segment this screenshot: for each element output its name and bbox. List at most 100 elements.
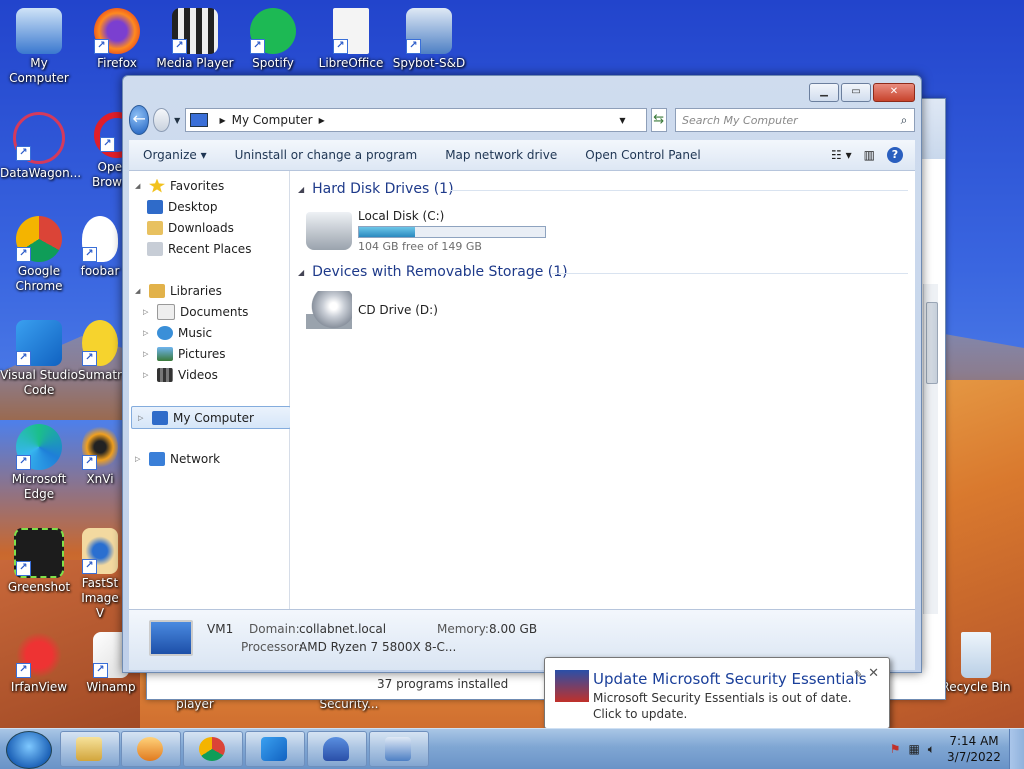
nav-desktop[interactable]: Desktop [143, 196, 301, 217]
breadcrumb-chevron-icon[interactable]: ▶ [319, 116, 325, 125]
desktop-icon-my-computer[interactable]: My Computer [0, 8, 78, 86]
desktop-icon-chrome[interactable]: ↗ Google Chrome [0, 216, 78, 294]
nav-documents[interactable]: ▷ Documents [137, 301, 295, 322]
maximize-button[interactable]: ▭ [841, 83, 871, 102]
options-icon[interactable]: ✎ [854, 668, 863, 681]
taskbar-media-player[interactable] [121, 731, 181, 767]
search-icon[interactable]: ⌕ [894, 113, 914, 128]
nav-recent-places[interactable]: Recent Places [143, 238, 301, 259]
show-desktop-button[interactable] [1009, 729, 1024, 769]
desktop-icon-faststone[interactable]: ↗ FastSt Image V [78, 528, 122, 621]
desktop-icon-greenshot[interactable]: ↗ Greenshot [0, 528, 78, 595]
search-box[interactable]: Search My Computer ⌕ [674, 108, 915, 132]
search-input[interactable]: Search My Computer [676, 114, 894, 127]
group-header-removable-storage[interactable]: ◢ Devices with Removable Storage (1) [298, 264, 568, 280]
content-pane: ◢ Hard Disk Drives (1) Local Disk (C:) 10… [290, 171, 915, 609]
security-alert-icon[interactable]: ⚑ [890, 742, 901, 756]
security-essentials-notification[interactable]: Update Microsoft Security Essentials Mic… [544, 657, 890, 729]
desktop-icon-vscode[interactable]: ↗ Visual Studio Code [0, 320, 78, 398]
minimize-button[interactable]: ▁ [809, 83, 839, 102]
taskbar-remote[interactable] [369, 731, 429, 767]
clock[interactable]: 7:14 AM 3/7/2022 [939, 733, 1009, 765]
pictures-icon [157, 346, 173, 361]
drive-local-disk-c[interactable]: Local Disk (C:) 104 GB free of 149 GB [306, 209, 546, 253]
group-header-hard-disk-drives[interactable]: ◢ Hard Disk Drives (1) [298, 181, 454, 197]
breadcrumb-chevron-icon[interactable]: ▶ [220, 116, 226, 125]
shortcut-arrow-icon: ↗ [16, 663, 31, 678]
nav-pictures[interactable]: ▷ Pictures [137, 343, 295, 364]
network-icon [149, 451, 165, 466]
start-button[interactable] [6, 731, 52, 769]
drive-cd-d[interactable]: CD Drive (D:) [306, 291, 438, 329]
address-dropdown-icon[interactable]: ▼ [619, 116, 625, 125]
expand-arrow-icon[interactable]: ▷ [138, 414, 148, 422]
desktop-icon-sumatra[interactable]: ↗ Sumatr [78, 320, 122, 383]
nav-favorites[interactable]: ◢ Favorites [129, 175, 287, 196]
map-network-drive-button[interactable]: Map network drive [431, 148, 571, 162]
spybot-icon: ↗ [406, 8, 452, 54]
volume-icon[interactable]: 🔈︎ [928, 742, 935, 757]
nav-libraries[interactable]: ◢ Libraries [129, 280, 287, 301]
greenshot-icon: ↗ [14, 528, 64, 578]
nav-music[interactable]: ▷ Music [137, 322, 295, 343]
close-notification-icon[interactable]: ✕ [868, 666, 879, 681]
scrollbar-thumb[interactable] [926, 302, 938, 384]
firefox-icon: ↗ [94, 8, 140, 54]
expand-arrow-icon[interactable]: ▷ [143, 308, 153, 316]
breadcrumb-my-computer[interactable]: My Computer [232, 113, 313, 127]
uninstall-program-button[interactable]: Uninstall or change a program [221, 148, 432, 162]
desktop-icon-recycle-bin[interactable]: Recycle Bin [936, 632, 1016, 695]
desktop-icon-spotify[interactable]: ↗ Spotify [234, 8, 312, 71]
cd-drive-icon [306, 291, 352, 329]
expand-arrow-icon[interactable]: ▷ [135, 455, 145, 463]
desktop-icon-edge[interactable]: ↗ Microsoft Edge [0, 424, 78, 502]
collapse-arrow-icon[interactable]: ◢ [298, 268, 304, 277]
recent-pages-dropdown[interactable]: ▼ [174, 116, 181, 125]
taskbar-chrome[interactable] [183, 731, 243, 767]
preview-pane-icon[interactable]: ▥ [864, 148, 875, 162]
expand-arrow-icon[interactable]: ▷ [143, 350, 153, 358]
computer-icon [149, 620, 193, 656]
address-bar[interactable]: ▶ My Computer ▶ ▼ [184, 108, 647, 132]
folder-icon [76, 737, 102, 761]
help-icon[interactable]: ? [887, 147, 903, 163]
notification-title[interactable]: Update Microsoft Security Essentials [593, 670, 867, 688]
change-view-icon[interactable]: ☷ ▾ [831, 148, 852, 162]
background-window-status: 37 programs installed [377, 677, 509, 691]
nav-network[interactable]: ▷ Network [129, 448, 287, 469]
network-icon[interactable]: ▦ [908, 742, 919, 756]
back-button[interactable]: ← [129, 105, 150, 135]
organize-button[interactable]: Organize ▾ [129, 148, 221, 162]
desktop-icon-firefox[interactable]: ↗ Firefox [78, 8, 156, 71]
taskbar-explorer[interactable] [60, 731, 120, 767]
domain-label: Domain: [249, 622, 300, 636]
notification-body[interactable]: Microsoft Security Essentials is out of … [593, 690, 873, 722]
desktop-icon-spybot[interactable]: ↗ Spybot-S&D [390, 8, 468, 71]
desktop-icon-foobar[interactable]: ↗ foobar [78, 216, 122, 279]
nav-videos[interactable]: ▷ Videos [137, 364, 295, 385]
opera-icon: ↗ [94, 112, 122, 158]
desktop-icon-opera[interactable]: ↗ Ope Brow [78, 112, 122, 190]
desktop-icon-irfanview[interactable]: ↗ IrfanView [0, 632, 78, 695]
nav-downloads[interactable]: Downloads [143, 217, 301, 238]
collapse-arrow-icon[interactable]: ◢ [135, 287, 145, 295]
close-button[interactable]: ✕ [873, 83, 915, 102]
desktop-icon-media-player[interactable]: ↗ Media Player [156, 8, 234, 71]
forward-button[interactable] [153, 108, 170, 132]
refresh-button[interactable]: ⇆ [650, 108, 667, 132]
explorer-window[interactable]: ▁ ▭ ✕ ← ▼ ▶ My Computer ▶ ▼ ⇆ Search My … [122, 75, 922, 673]
desktop-icon-datawagon[interactable]: ↗ DataWagon... [0, 112, 81, 181]
background-window-scrollbar[interactable] [923, 284, 938, 614]
collapse-arrow-icon[interactable]: ◢ [298, 185, 304, 194]
expand-arrow-icon[interactable]: ▷ [143, 329, 153, 337]
desktop-icon-xnview[interactable]: ↗ XnVi [78, 424, 122, 487]
desktop-icon-libreoffice[interactable]: ↗ LibreOffice [312, 8, 390, 71]
open-control-panel-button[interactable]: Open Control Panel [571, 148, 714, 162]
expand-arrow-icon[interactable]: ▷ [143, 371, 153, 379]
collapse-arrow-icon[interactable]: ◢ [135, 182, 145, 190]
taskbar-app[interactable] [307, 731, 367, 767]
taskbar-vscode[interactable] [245, 731, 305, 767]
documents-icon [157, 303, 175, 320]
nav-my-computer[interactable]: ▷ My Computer [131, 406, 291, 429]
processor-label: Processor: [241, 640, 303, 654]
